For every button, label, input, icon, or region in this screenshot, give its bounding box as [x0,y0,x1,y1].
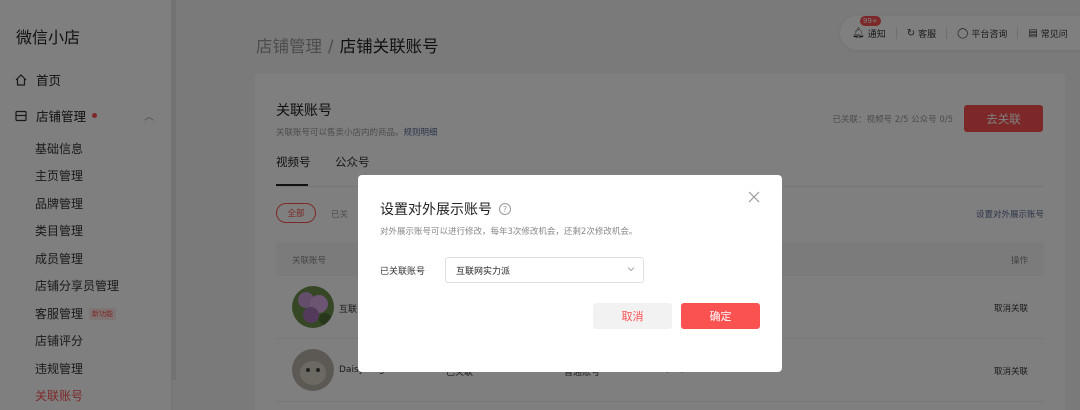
dialog-title: 设置对外展示账号 ? [380,199,511,219]
chevron-down-icon [627,265,635,273]
linked-account-label: 已关联账号 [380,267,426,277]
close-icon[interactable] [747,190,761,204]
linked-account-select[interactable]: 互联网实力派 [445,257,644,283]
selected-account: 互联网实力派 [456,266,511,277]
cancel-button[interactable]: 取消 [593,303,672,329]
confirm-button[interactable]: 确定 [681,303,760,329]
dialog-description: 对外展示账号可以进行修改，每年3次修改机会，还剩2次修改机会。 [380,227,638,237]
set-display-account-dialog: 设置对外展示账号 ? 对外展示账号可以进行修改，每年3次修改机会，还剩2次修改机… [358,175,782,372]
help-icon[interactable]: ? [499,203,511,215]
dialog-title-text: 设置对外展示账号 [380,202,492,218]
